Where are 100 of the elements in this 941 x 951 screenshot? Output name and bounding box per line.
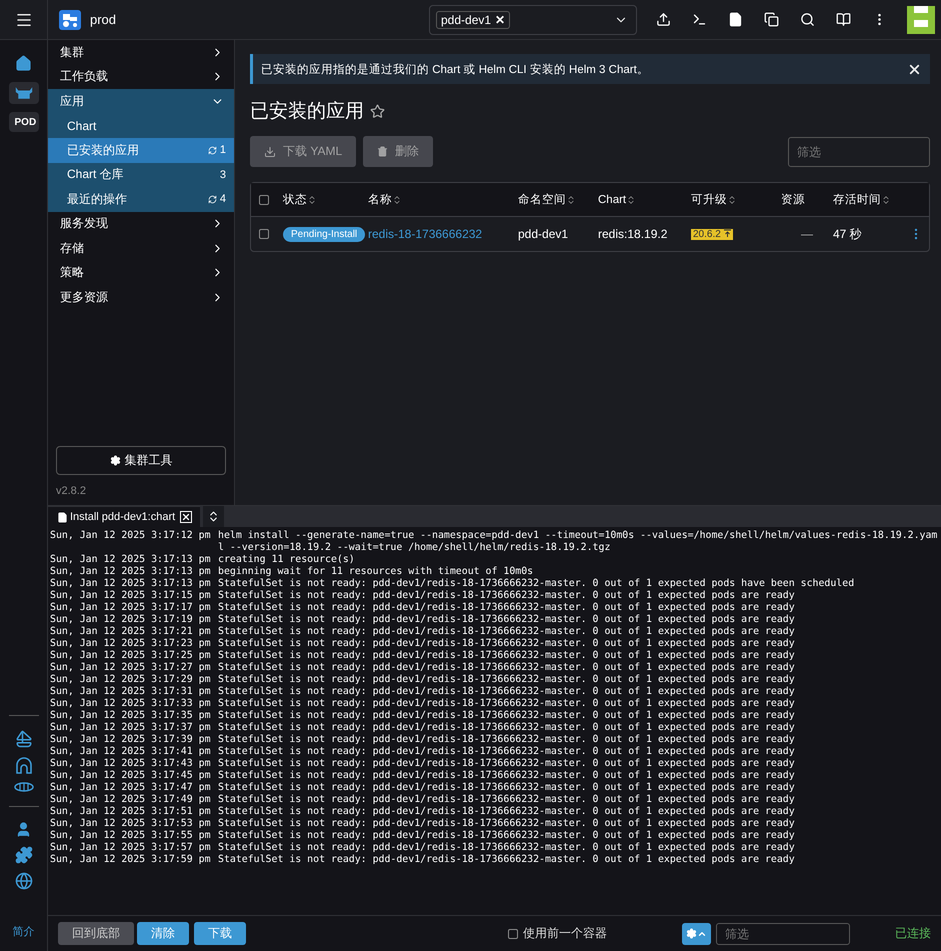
log-time: Sun, Jan 12 2025 3:17:25 pm bbox=[50, 650, 212, 662]
terminal-tab[interactable]: Install pdd-dev1:chart bbox=[48, 506, 200, 527]
connection-status: 已连接 bbox=[895, 925, 931, 942]
log-time: Sun, Jan 12 2025 3:17:17 pm bbox=[50, 602, 212, 614]
log-message: creating 11 resource(s) bbox=[218, 554, 356, 566]
log-time: Sun, Jan 12 2025 3:17:59 pm bbox=[50, 854, 212, 866]
nav-item[interactable]: Chart 仓库 3 bbox=[48, 162, 234, 187]
log-message: StatefulSet is not ready: pdd-dev1/redis-18-1736666232-master. 0 out of 1 expected pods are ready bbox=[218, 710, 796, 722]
log-time: Sun, Jan 12 2025 3:17:13 pm bbox=[50, 554, 212, 566]
nav-group[interactable]: 工作负载 bbox=[48, 64, 234, 89]
gear-icon bbox=[686, 928, 697, 939]
settings-button[interactable] bbox=[682, 922, 711, 944]
log-time: Sun, Jan 12 2025 3:17:47 pm bbox=[50, 782, 212, 794]
column-header[interactable]: 名称 bbox=[368, 192, 518, 207]
expand-button[interactable] bbox=[203, 506, 224, 527]
sort-icon bbox=[626, 194, 636, 204]
table-cell-text: — bbox=[800, 227, 814, 241]
dome-icon[interactable] bbox=[14, 756, 32, 774]
nav-group[interactable]: 服务发现 bbox=[48, 212, 234, 236]
user-icon[interactable] bbox=[15, 821, 32, 838]
log-message: StatefulSet is not ready: pdd-dev1/redis-18-1736666232-master. 0 out of 1 expected pods are ready bbox=[218, 650, 796, 662]
table-cell-text: pdd-dev1 bbox=[518, 227, 570, 241]
log-time: Sun, Jan 12 2025 3:17:27 pm bbox=[50, 662, 212, 674]
log-message: StatefulSet is not ready: pdd-dev1/redis-18-1736666232-master. 0 out of 1 expected pods are ready bbox=[218, 698, 796, 710]
trash-icon bbox=[377, 146, 388, 157]
bull-head-icon bbox=[14, 85, 32, 101]
upgrade-icon bbox=[724, 228, 731, 236]
namespace-select[interactable]: pdd-dev1 ✕ bbox=[429, 4, 637, 34]
log-message: StatefulSet is not ready: pdd-dev1/redis-18-1736666232-master. 0 out of 1 expected pods are ready bbox=[218, 626, 796, 638]
app-name-link[interactable]: redis-18-1736666232 bbox=[368, 227, 518, 241]
globe-icon[interactable] bbox=[14, 872, 32, 890]
gear-icon bbox=[110, 455, 120, 466]
log-time: Sun, Jan 12 2025 3:17:31 pm bbox=[50, 686, 212, 698]
log-message: StatefulSet is not ready: pdd-dev1/redis-18-1736666232-master. 0 out of 1 expected pods are ready bbox=[218, 854, 796, 866]
about-link[interactable]: 简介 bbox=[12, 924, 34, 939]
log-time: Sun, Jan 12 2025 3:17:13 pm bbox=[50, 566, 212, 578]
log-message: StatefulSet is not ready: pdd-dev1/redis-18-1736666232-master. 0 out of 1 expected pods are ready bbox=[218, 638, 796, 650]
page-title: 已安装的应用 bbox=[250, 100, 364, 124]
nav-item[interactable]: 最近的操作 4 bbox=[48, 187, 234, 212]
tractor-logo-icon bbox=[59, 10, 81, 30]
filter-field[interactable]: 筛选 bbox=[788, 136, 930, 166]
log-message: StatefulSet is not ready: pdd-dev1/redis-18-1736666232-master. 0 out of 1 expected pods are ready bbox=[218, 662, 796, 674]
log-time: Sun, Jan 12 2025 3:17:12 pm bbox=[50, 530, 212, 543]
column-header[interactable]: 命名空间 bbox=[518, 192, 598, 207]
nav-item[interactable]: 已安装的应用 1 bbox=[48, 138, 234, 162]
mesh-icon[interactable] bbox=[14, 782, 34, 792]
log-time: Sun, Jan 12 2025 3:17:49 pm bbox=[50, 794, 212, 806]
nav-item[interactable]: Chart bbox=[48, 114, 234, 138]
log-time: Sun, Jan 12 2025 3:17:21 pm bbox=[50, 626, 212, 638]
log-time: Sun, Jan 12 2025 3:17:45 pm bbox=[50, 770, 212, 782]
log-time: Sun, Jan 12 2025 3:17:33 pm bbox=[50, 698, 212, 710]
file-icon bbox=[57, 512, 68, 522]
sort-icon bbox=[881, 194, 891, 204]
log-message: StatefulSet is not ready: pdd-dev1/redis-18-1736666232-master. 0 out of 1 expected pods are ready bbox=[218, 830, 796, 842]
log-time: Sun, Jan 12 2025 3:17:29 pm bbox=[50, 674, 212, 686]
log-message: StatefulSet is not ready: pdd-dev1/redis-18-1736666232-master. 0 out of 1 expected pods are ready bbox=[218, 686, 796, 698]
table-cell-text: redis:18.19.2 bbox=[598, 227, 668, 241]
log-time: Sun, Jan 12 2025 3:17:41 pm bbox=[50, 746, 212, 758]
nav-group[interactable]: 应用 bbox=[48, 89, 234, 114]
log-time: Sun, Jan 12 2025 3:17:23 pm bbox=[50, 638, 212, 650]
upgrade-version: 20.6.2 bbox=[691, 228, 733, 240]
download-icon bbox=[264, 146, 276, 158]
log-time: Sun, Jan 12 2025 3:17:15 pm bbox=[50, 590, 212, 602]
cluster-name: prod bbox=[90, 12, 116, 27]
nav-group[interactable]: 集群 bbox=[48, 40, 234, 64]
nav-group[interactable]: 更多资源 bbox=[48, 285, 234, 310]
sort-icon bbox=[307, 194, 317, 204]
column-header[interactable]: 存活时间 bbox=[833, 192, 909, 207]
rail-button[interactable] bbox=[8, 82, 38, 104]
banner-text: 已安装的应用指的是通过我们的 Chart 或 Helm CLI 安装的 Helm 3 Chart。 bbox=[261, 62, 650, 76]
previous-container-checkbox[interactable]: 使用前一个容器 bbox=[508, 925, 607, 942]
log-filter-field[interactable]: 筛选 bbox=[716, 922, 850, 944]
nav-group[interactable]: 存储 bbox=[48, 236, 234, 260]
status-badge: Pending-Install bbox=[283, 226, 366, 242]
cluster-tools-button[interactable]: 集群工具 bbox=[56, 446, 226, 475]
log-message: StatefulSet is not ready: pdd-dev1/redis-18-1736666232-master. 0 out of 1 expected pods are ready bbox=[218, 782, 796, 794]
pod-button[interactable]: POD bbox=[8, 112, 38, 132]
table-cell-text: 47 秒 bbox=[833, 226, 863, 242]
puzzle-icon[interactable] bbox=[14, 846, 32, 864]
close-icon[interactable] bbox=[180, 511, 192, 523]
version-label: v2.8.2 bbox=[56, 485, 87, 497]
log-message: StatefulSet is not ready: pdd-dev1/redis-18-1736666232-master. 0 out of 1 expected pods are ready bbox=[218, 758, 796, 770]
star-icon[interactable] bbox=[370, 104, 385, 118]
sailboat-icon[interactable] bbox=[14, 730, 32, 748]
namespace-chip[interactable]: pdd-dev1 ✕ bbox=[436, 10, 510, 28]
log-time: Sun, Jan 12 2025 3:17:13 pm bbox=[50, 578, 212, 590]
log-message: StatefulSet is not ready: pdd-dev1/redis-18-1736666232-master. 0 out of 1 expected pods are ready bbox=[218, 770, 796, 782]
select-all-checkbox[interactable] bbox=[259, 194, 269, 204]
column-header[interactable]: 可升级 bbox=[691, 192, 781, 207]
scroll-bottom-button[interactable]: 回到底部 bbox=[58, 922, 134, 945]
column-header[interactable]: 状态 bbox=[283, 192, 368, 207]
log-message: StatefulSet is not ready: pdd-dev1/redis-18-1736666232-master. 0 out of 1 expected pods are ready bbox=[218, 590, 796, 602]
log-message: StatefulSet is not ready: pdd-dev1/redis-18-1736666232-master. 0 out of 1 expected pods are ready bbox=[218, 674, 796, 686]
column-header[interactable]: Chart bbox=[598, 194, 691, 206]
sync-icon bbox=[208, 146, 217, 155]
log-message: StatefulSet is not ready: pdd-dev1/redis-18-1736666232-master. 0 out of 1 expected pods are ready bbox=[218, 842, 796, 854]
row-checkbox[interactable] bbox=[259, 229, 269, 239]
nav-group[interactable]: 策略 bbox=[48, 260, 234, 285]
log-time: Sun, Jan 12 2025 3:17:35 pm bbox=[50, 710, 212, 722]
sort-icon bbox=[392, 194, 402, 204]
